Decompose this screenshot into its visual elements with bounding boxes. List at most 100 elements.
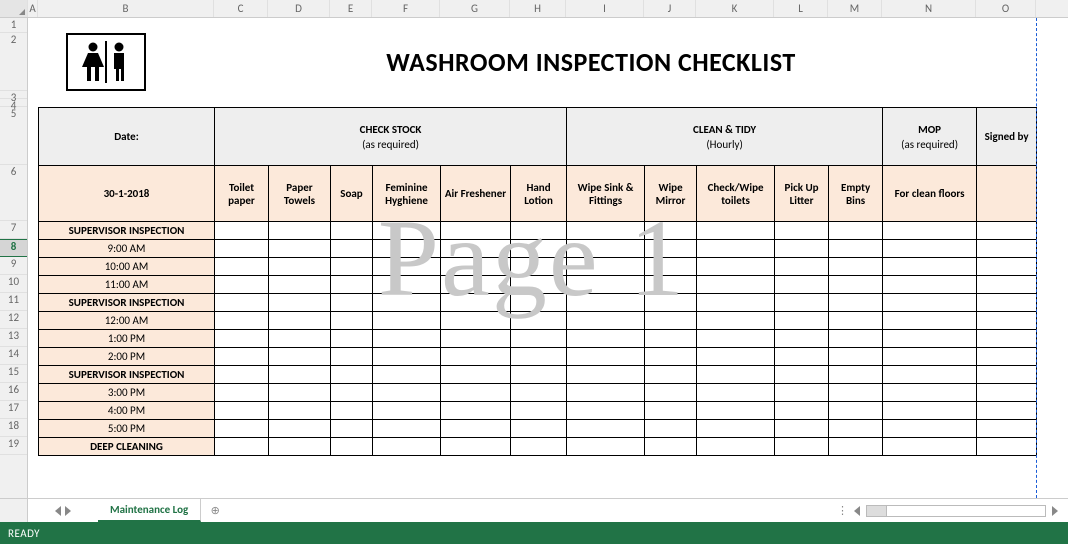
col-header[interactable]: A — [28, 0, 38, 17]
checklist-cell[interactable] — [883, 276, 977, 294]
checklist-cell[interactable] — [645, 420, 697, 438]
checklist-cell[interactable] — [883, 420, 977, 438]
row-header[interactable]: 10 — [0, 275, 27, 293]
checklist-cell[interactable] — [829, 330, 883, 348]
checklist-cell[interactable] — [775, 366, 829, 384]
checklist-cell[interactable] — [441, 258, 511, 276]
supervisor-row-label[interactable]: SUPERVISOR INSPECTION — [39, 294, 215, 312]
checklist-cell[interactable] — [775, 420, 829, 438]
checklist-cell[interactable] — [511, 222, 567, 240]
checklist-cell[interactable] — [441, 276, 511, 294]
checklist-cell[interactable] — [511, 348, 567, 366]
checklist-cell[interactable] — [697, 258, 775, 276]
checklist-cell[interactable] — [645, 402, 697, 420]
row-header[interactable]: 8 — [0, 239, 27, 257]
checklist-cell[interactable] — [775, 294, 829, 312]
checklist-cell[interactable] — [829, 384, 883, 402]
checklist-cell[interactable] — [883, 402, 977, 420]
checklist-cell[interactable] — [977, 438, 1037, 456]
row-header[interactable]: 14 — [0, 347, 27, 365]
checklist-cell[interactable] — [511, 240, 567, 258]
subheader[interactable]: Feminine Hyghiene — [373, 166, 441, 222]
checklist-cell[interactable] — [373, 402, 441, 420]
row-header[interactable]: 4 — [0, 99, 27, 107]
col-header[interactable]: L — [774, 0, 828, 17]
checklist-cell[interactable] — [331, 420, 373, 438]
checklist-cell[interactable] — [775, 240, 829, 258]
checklist-cell[interactable] — [215, 294, 269, 312]
checklist-cell[interactable] — [331, 222, 373, 240]
subheader[interactable]: Soap — [331, 166, 373, 222]
checklist-cell[interactable] — [645, 222, 697, 240]
hscroll-right-icon[interactable] — [1052, 506, 1058, 516]
checklist-cell[interactable] — [269, 438, 331, 456]
checklist-cell[interactable] — [511, 294, 567, 312]
checklist-cell[interactable] — [269, 222, 331, 240]
checklist-cell[interactable] — [775, 402, 829, 420]
checklist-cell[interactable] — [829, 276, 883, 294]
col-header[interactable]: G — [440, 0, 510, 17]
time-row-label[interactable]: 11:00 AM — [39, 276, 215, 294]
checklist-cell[interactable] — [829, 240, 883, 258]
checklist-cell[interactable] — [829, 420, 883, 438]
checklist-cell[interactable] — [331, 438, 373, 456]
checklist-cell[interactable] — [373, 420, 441, 438]
checklist-cell[interactable] — [331, 294, 373, 312]
checklist-cell[interactable] — [269, 312, 331, 330]
row-header[interactable]: 19 — [0, 437, 27, 455]
checklist-cell[interactable] — [567, 366, 645, 384]
checklist-cell[interactable] — [977, 258, 1037, 276]
time-row-label[interactable]: 3:00 PM — [39, 384, 215, 402]
checklist-cell[interactable] — [697, 312, 775, 330]
checklist-cell[interactable] — [215, 402, 269, 420]
checklist-cell[interactable] — [331, 348, 373, 366]
row-header[interactable]: 6 — [0, 165, 27, 221]
add-sheet-button[interactable]: ⊕ — [201, 499, 229, 522]
checklist-cell[interactable] — [215, 222, 269, 240]
checklist-cell[interactable] — [829, 294, 883, 312]
checklist-cell[interactable] — [269, 294, 331, 312]
checklist-cell[interactable] — [977, 348, 1037, 366]
checklist-cell[interactable] — [883, 240, 977, 258]
checklist-cell[interactable] — [829, 222, 883, 240]
checklist-cell[interactable] — [883, 366, 977, 384]
checklist-cell[interactable] — [511, 276, 567, 294]
select-all-corner[interactable] — [0, 0, 28, 17]
checklist-cell[interactable] — [567, 330, 645, 348]
checklist-cell[interactable] — [331, 240, 373, 258]
checklist-cell[interactable] — [829, 258, 883, 276]
subheader[interactable]: Check/Wipe toilets — [697, 166, 775, 222]
checklist-cell[interactable] — [373, 330, 441, 348]
checklist-cell[interactable] — [977, 420, 1037, 438]
worksheet[interactable]: WASHROOM INSPECTION CHECKLIST Date: CHEC… — [28, 18, 1068, 498]
checklist-cell[interactable] — [511, 384, 567, 402]
date-value-cell[interactable]: 30-1-2018 — [39, 166, 215, 222]
checklist-cell[interactable] — [373, 384, 441, 402]
clean-tidy-header[interactable]: CLEAN & TIDY(Hourly) — [567, 108, 883, 166]
checklist-cell[interactable] — [645, 366, 697, 384]
checklist-cell[interactable] — [883, 258, 977, 276]
sheet-tab-maintenance-log[interactable]: Maintenance Log — [98, 499, 201, 522]
checklist-cell[interactable] — [883, 384, 977, 402]
checklist-cell[interactable] — [441, 420, 511, 438]
col-header[interactable]: B — [38, 0, 214, 17]
checklist-cell[interactable] — [645, 240, 697, 258]
checklist-cell[interactable] — [883, 222, 977, 240]
checklist-cell[interactable] — [215, 258, 269, 276]
tab-nav[interactable] — [28, 499, 98, 522]
checklist-cell[interactable] — [645, 384, 697, 402]
subheader[interactable]: For clean floors — [883, 166, 977, 222]
subheader[interactable]: Toilet paper — [215, 166, 269, 222]
checklist-cell[interactable] — [331, 330, 373, 348]
checklist-cell[interactable] — [441, 240, 511, 258]
checklist-cell[interactable] — [215, 240, 269, 258]
checklist-cell[interactable] — [331, 366, 373, 384]
time-row-label[interactable]: 10:00 AM — [39, 258, 215, 276]
checklist-cell[interactable] — [511, 420, 567, 438]
tab-next-icon[interactable] — [65, 506, 71, 516]
checklist-cell[interactable] — [331, 258, 373, 276]
row-header[interactable]: 5 — [0, 107, 27, 165]
tab-prev-icon[interactable] — [55, 506, 61, 516]
check-stock-header[interactable]: CHECK STOCK(as required) — [215, 108, 567, 166]
checklist-cell[interactable] — [697, 294, 775, 312]
